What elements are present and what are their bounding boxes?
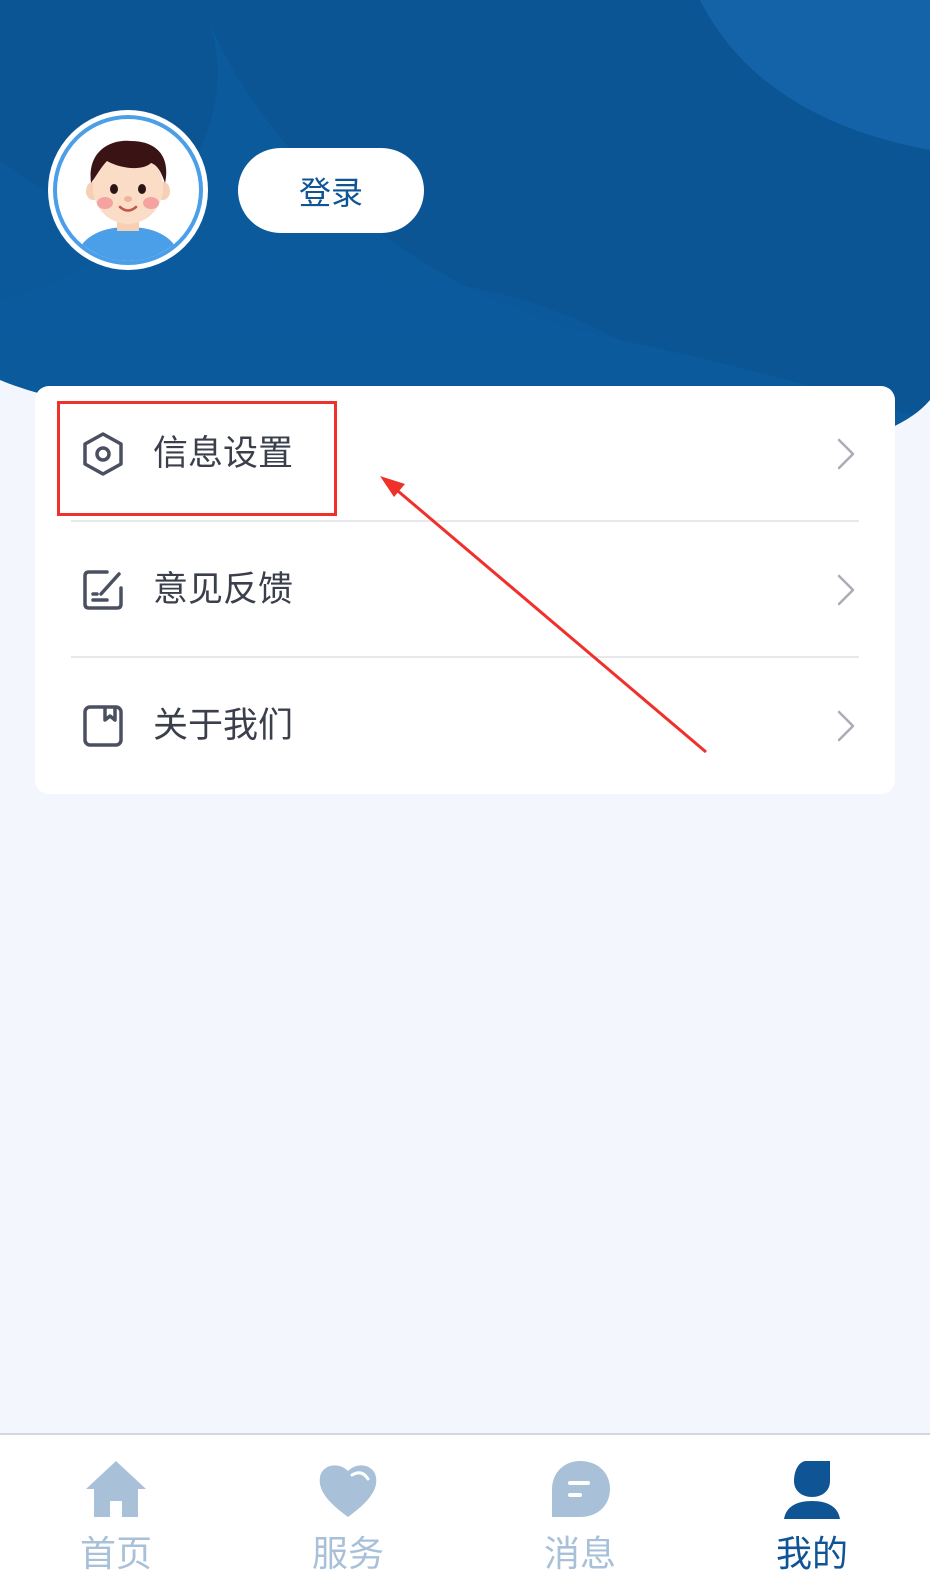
tab-label: 首页 bbox=[79, 1534, 152, 1575]
menu-item-feedback[interactable]: 意见反馈 bbox=[35, 522, 895, 658]
avatar-frame bbox=[53, 115, 203, 265]
tab-label: 服务 bbox=[311, 1534, 384, 1575]
tab-service[interactable]: 服务 bbox=[232, 1435, 464, 1592]
chevron-right-icon bbox=[837, 438, 855, 470]
menu-item-about-us[interactable]: 关于我们 bbox=[35, 658, 895, 794]
boy-avatar-icon bbox=[75, 140, 181, 261]
heart-icon bbox=[319, 1465, 377, 1517]
profile-header: 登录 bbox=[0, 0, 930, 440]
tab-label: 我的 bbox=[775, 1534, 848, 1575]
user-icon bbox=[784, 1461, 840, 1519]
menu-item-info-settings[interactable]: 信息设置 bbox=[35, 386, 895, 522]
menu-item-label: 意见反馈 bbox=[153, 570, 294, 610]
tab-home[interactable]: 首页 bbox=[0, 1435, 232, 1592]
menu-item-label: 信息设置 bbox=[153, 434, 294, 474]
avatar[interactable] bbox=[48, 110, 208, 270]
about-bookmark-icon bbox=[83, 705, 123, 747]
settings-hexagon-icon bbox=[83, 432, 123, 476]
bottom-tab-bar: 首页 服务 消息 我的 bbox=[0, 1433, 930, 1592]
message-icon bbox=[552, 1461, 610, 1517]
chevron-right-icon bbox=[837, 574, 855, 606]
menu-card: 信息设置 意见反馈 关于我们 bbox=[35, 386, 895, 794]
feedback-edit-icon bbox=[83, 570, 123, 610]
login-button[interactable]: 登录 bbox=[238, 148, 424, 233]
tab-label: 消息 bbox=[543, 1534, 616, 1575]
menu-item-label: 关于我们 bbox=[153, 706, 294, 746]
tab-messages[interactable]: 消息 bbox=[464, 1435, 696, 1592]
home-icon bbox=[86, 1461, 146, 1517]
tab-mine[interactable]: 我的 bbox=[696, 1435, 928, 1592]
chevron-right-icon bbox=[837, 710, 855, 742]
